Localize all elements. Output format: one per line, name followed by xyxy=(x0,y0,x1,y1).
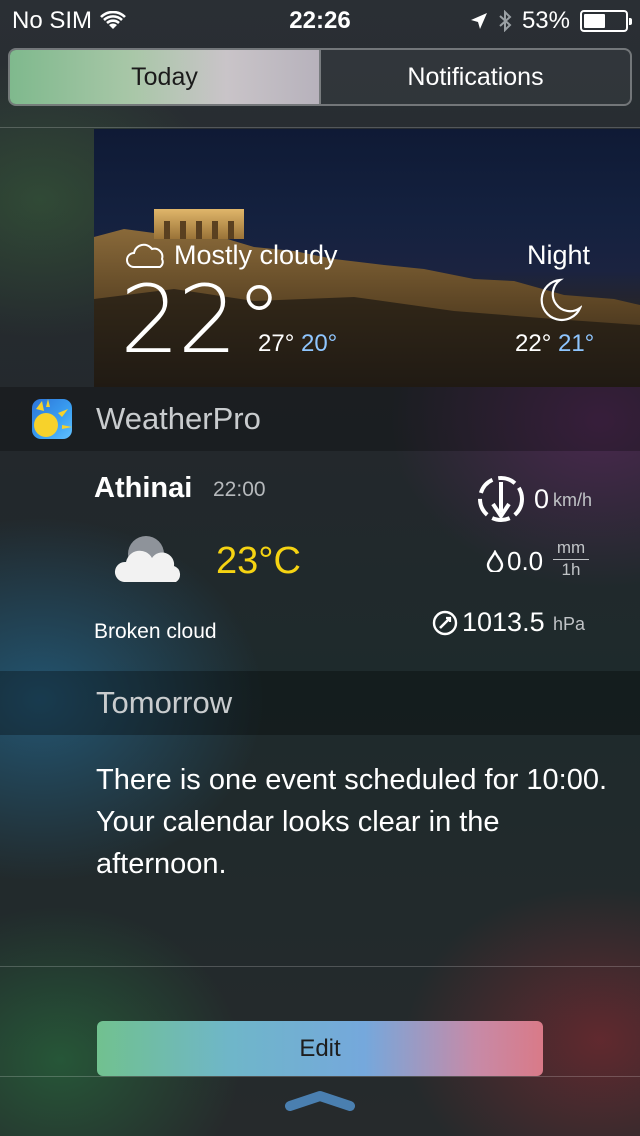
night-high-low: 22° 21° xyxy=(515,330,594,358)
edit-button[interactable]: Edit xyxy=(97,1021,543,1076)
tab-notifications[interactable]: Notifications xyxy=(319,50,630,104)
current-condition: Broken cloud xyxy=(94,620,217,643)
bluetooth-icon xyxy=(499,10,512,32)
tomorrow-label: Tomorrow xyxy=(96,685,233,720)
sun-icon xyxy=(34,399,72,437)
rain-unit: mm 1h xyxy=(553,538,589,581)
wind-speed: 0 xyxy=(534,484,550,514)
divider xyxy=(0,966,640,967)
barometer-icon xyxy=(432,610,458,636)
rain-amount: 0.0 xyxy=(507,546,544,576)
wind-direction-icon xyxy=(478,476,524,522)
hero-high-low: 27° 20° xyxy=(258,330,337,358)
app-name[interactable]: WeatherPro xyxy=(96,401,261,437)
pressure-value: 1013.5 xyxy=(462,607,545,637)
tomorrow-summary: There is one event scheduled for 10:00. … xyxy=(96,764,608,880)
weatherpro-app-icon xyxy=(32,399,72,439)
hero-temperature: 22° xyxy=(120,266,283,375)
observation-time: 22:00 xyxy=(213,478,266,501)
raindrop-icon xyxy=(486,550,504,572)
battery-fill xyxy=(584,14,606,28)
divider xyxy=(0,1076,640,1077)
hero-low: 20° xyxy=(300,330,338,357)
battery-icon xyxy=(580,10,632,32)
moon-icon xyxy=(540,278,582,321)
broken-cloud-icon xyxy=(114,536,181,582)
today-notifications-tabs: Today Notifications xyxy=(8,48,632,106)
close-handle-icon[interactable] xyxy=(284,1090,356,1114)
status-bar: No SIM 22:26 53% xyxy=(0,0,640,40)
night-high: 22° xyxy=(515,330,552,357)
status-right: 53% xyxy=(470,7,632,35)
divider xyxy=(0,127,640,128)
location-arrow-icon xyxy=(470,13,487,29)
wind-unit: km/h xyxy=(553,490,593,510)
pressure-unit: hPa xyxy=(553,614,586,634)
hero-high: 27° xyxy=(258,330,295,357)
night-low: 21° xyxy=(557,330,595,357)
rain-unit-bottom: 1h xyxy=(561,560,581,580)
rain-unit-top: mm xyxy=(553,538,589,561)
city-name: Athinai xyxy=(94,472,193,504)
night-label: Night xyxy=(527,240,591,270)
tab-today[interactable]: Today xyxy=(10,50,319,104)
current-temperature: 23°C xyxy=(216,540,301,582)
battery-percent: 53% xyxy=(521,7,570,34)
